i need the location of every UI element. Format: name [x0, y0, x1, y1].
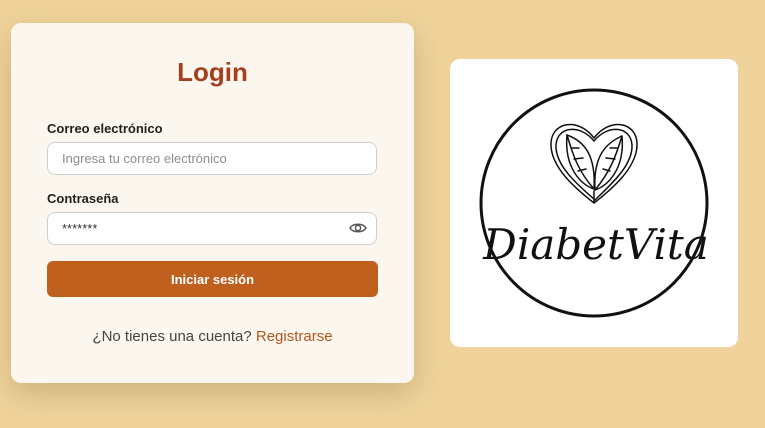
register-link[interactable]: Registrarse: [256, 328, 333, 345]
password-field[interactable]: [47, 212, 377, 245]
page-title: Login: [177, 57, 248, 87]
register-prompt-text: ¿No tienes una cuenta?: [92, 328, 252, 345]
register-prompt: ¿No tienes una cuenta? Registrarse: [11, 328, 414, 345]
eye-icon[interactable]: [348, 220, 368, 236]
diabetvita-logo: DiabetVita: [479, 88, 709, 318]
heart-leaves-icon: [550, 123, 638, 204]
logo-card: DiabetVita: [450, 59, 738, 347]
email-field[interactable]: [47, 142, 377, 175]
login-card: Login Correo electrónico Contraseña Inic…: [11, 23, 414, 383]
email-label: Correo electrónico: [47, 121, 163, 136]
password-label: Contraseña: [47, 191, 119, 206]
logo-text: DiabetVita: [482, 220, 709, 269]
login-button[interactable]: Iniciar sesión: [47, 261, 378, 297]
